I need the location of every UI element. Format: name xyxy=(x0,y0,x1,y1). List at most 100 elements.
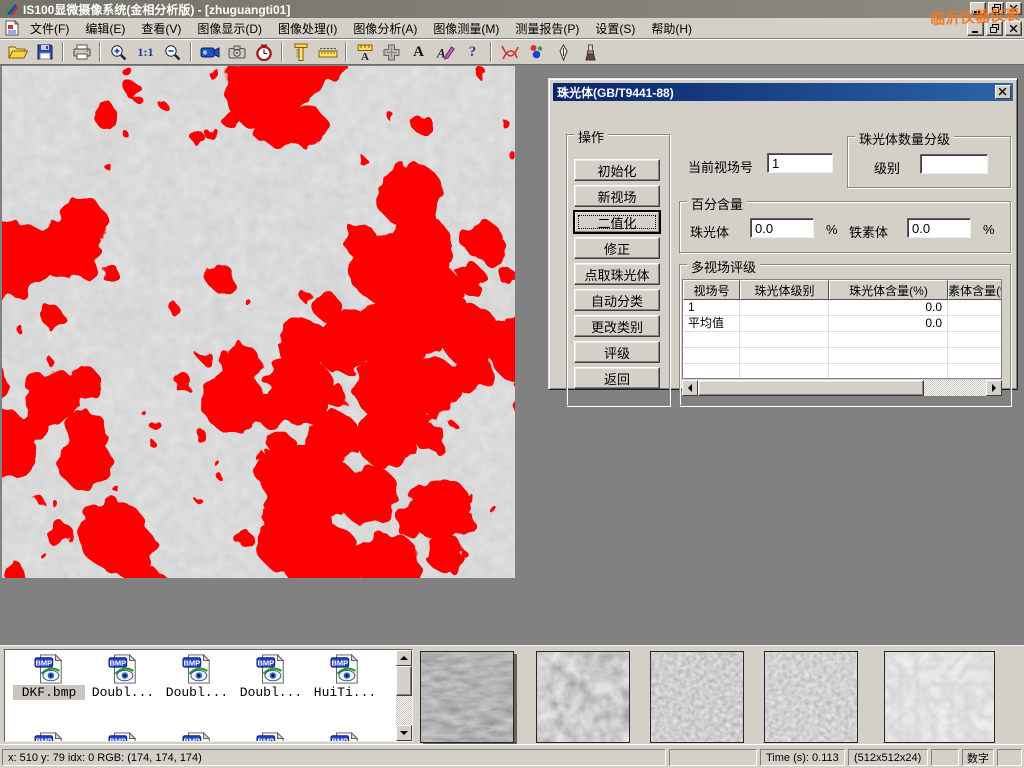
list-item[interactable]: BMP xyxy=(161,732,233,742)
file-label: Doubl... xyxy=(161,685,233,700)
grid-cross-icon[interactable] xyxy=(378,41,405,64)
menu-file[interactable]: 文件(F) xyxy=(22,18,77,39)
thumbnail-2[interactable] xyxy=(536,651,630,743)
cell-ferrite xyxy=(948,316,1002,331)
menu-edit[interactable]: 编辑(E) xyxy=(77,18,133,39)
table-horizontal-scrollbar[interactable] xyxy=(682,380,1002,396)
curve-tool-icon[interactable] xyxy=(496,41,523,64)
level-input[interactable] xyxy=(920,154,988,174)
status-mode: 数字 xyxy=(962,749,994,766)
camera-icon[interactable] xyxy=(223,41,250,64)
dialog-title-bar[interactable]: 珠光体(GB/T9441-88) xyxy=(553,83,1013,101)
new-field-button[interactable]: 新视场 xyxy=(574,185,660,207)
menu-image-processing[interactable]: 图像处理(I) xyxy=(270,18,345,39)
list-item[interactable]: BMP Doubl... xyxy=(87,654,159,700)
pen-tool-icon[interactable] xyxy=(550,41,577,64)
cell-ferrite xyxy=(948,300,1002,315)
ferrite-percent-input[interactable] xyxy=(907,218,971,238)
actual-size-icon[interactable]: 1:1 xyxy=(132,41,159,64)
thumbnail-4[interactable] xyxy=(764,651,858,743)
scroll-up-icon[interactable] xyxy=(396,650,412,666)
dialog-close-icon[interactable] xyxy=(995,85,1011,99)
file-label: HuiTi... xyxy=(309,685,381,700)
svg-text:BMP: BMP xyxy=(184,736,201,742)
menu-bar: 文件(F) 编辑(E) 查看(V) 图像显示(D) 图像处理(I) 图像分析(A… xyxy=(0,18,1024,39)
menu-view[interactable]: 查看(V) xyxy=(133,18,189,39)
menu-image-analysis[interactable]: 图像分析(A) xyxy=(345,18,425,39)
list-item[interactable]: BMP xyxy=(235,732,307,742)
thumbnail-1[interactable] xyxy=(420,651,514,743)
help-icon[interactable]: ? xyxy=(459,41,486,64)
svg-text:A: A xyxy=(361,51,369,61)
timer-icon[interactable] xyxy=(250,41,277,64)
toolbar-separator xyxy=(281,42,283,62)
list-item[interactable]: BMP xyxy=(13,732,85,742)
caliper-vertical-icon[interactable] xyxy=(287,41,314,64)
table-row[interactable]: 1 0.0 xyxy=(683,300,1001,316)
text-annotation-icon[interactable]: A xyxy=(405,41,432,64)
scrollbar-thumb[interactable] xyxy=(396,666,412,696)
metallographic-image[interactable] xyxy=(2,66,515,578)
svg-text:A: A xyxy=(436,46,446,61)
init-button[interactable]: 初始化 xyxy=(574,159,660,181)
return-button[interactable]: 返回 xyxy=(574,367,660,389)
file-list-scrollbar[interactable] xyxy=(396,650,412,741)
correct-button[interactable]: 修正 xyxy=(574,237,660,259)
svg-text:BMP: BMP xyxy=(332,736,349,742)
status-cursor-info: x: 510 y: 79 idx: 0 RGB: (174, 174, 174) xyxy=(2,749,666,766)
video-camera-icon[interactable] xyxy=(196,41,223,64)
menu-image-display[interactable]: 图像显示(D) xyxy=(189,18,270,39)
bmp-file-icon: BMP xyxy=(182,732,212,742)
open-folder-icon[interactable] xyxy=(4,41,31,64)
list-item[interactable]: BMP Doubl... xyxy=(161,654,233,700)
status-empty-2 xyxy=(931,749,959,766)
scroll-left-icon[interactable] xyxy=(682,380,698,396)
rate-button[interactable]: 评级 xyxy=(574,341,660,363)
dialog-title: 珠光体(GB/T9441-88) xyxy=(557,84,674,101)
menu-image-measure[interactable]: 图像测量(M) xyxy=(425,18,507,39)
scrollbar-thumb[interactable] xyxy=(698,380,924,396)
zoom-out-icon[interactable] xyxy=(159,41,186,64)
table-row[interactable]: 平均值 0.0 xyxy=(683,316,1001,332)
workspace: 珠光体(GB/T9441-88) 操作 初始化 新视场 二值化 修正 点取珠光体… xyxy=(0,65,1024,645)
cell-content: 0.0 xyxy=(829,300,948,315)
toolbar-separator xyxy=(490,42,492,62)
list-item[interactable]: BMP xyxy=(309,732,381,742)
percent-group-label: 百分含量 xyxy=(687,194,747,213)
print-icon[interactable] xyxy=(68,41,95,64)
list-item[interactable]: BMP DKF.bmp xyxy=(13,654,85,700)
scroll-down-icon[interactable] xyxy=(396,725,412,741)
pearlite-percent-input[interactable] xyxy=(750,218,814,238)
scroll-right-icon[interactable] xyxy=(986,380,1002,396)
change-class-button[interactable]: 更改类别 xyxy=(574,315,660,337)
menu-measure-report[interactable]: 测量报告(P) xyxy=(507,18,587,39)
pick-pearlite-button[interactable]: 点取珠光体 xyxy=(574,263,660,285)
svg-text:BMP: BMP xyxy=(258,736,275,742)
list-item[interactable]: BMP xyxy=(87,732,159,742)
auto-classify-button[interactable]: 自动分类 xyxy=(574,289,660,311)
color-classify-icon[interactable] xyxy=(523,41,550,64)
file-label: Doubl... xyxy=(87,685,159,700)
list-item[interactable]: BMP Doubl... xyxy=(235,654,307,700)
thumbnail-3[interactable] xyxy=(650,651,744,743)
zoom-in-icon[interactable] xyxy=(105,41,132,64)
save-icon[interactable] xyxy=(31,41,58,64)
menu-help[interactable]: 帮助(H) xyxy=(643,18,700,39)
bmp-file-icon: BMP xyxy=(256,732,286,742)
status-time: Time (s): 0.113 xyxy=(760,749,845,766)
bmp-file-icon: BMP xyxy=(34,732,64,742)
list-item[interactable]: BMP HuiTi... xyxy=(309,654,381,700)
file-list[interactable]: BMP DKF.bmp BMP Doubl... BMP Doubl... BM… xyxy=(4,649,413,742)
thumbnail-5[interactable] xyxy=(884,651,995,743)
text-edit-icon[interactable]: A xyxy=(432,41,459,64)
rating-table[interactable]: 视场号 珠光体级别 珠光体含量(%) 铁素体含量(%) 1 0.0 平均值 0.… xyxy=(682,279,1002,379)
brush-tool-icon[interactable] xyxy=(577,41,604,64)
svg-text:BMP: BMP xyxy=(332,658,349,667)
menu-settings[interactable]: 设置(S) xyxy=(587,18,643,39)
ruler-horizontal-icon[interactable] xyxy=(314,41,341,64)
col-ferrite-content: 铁素体含量(%) xyxy=(948,280,1002,300)
current-field-input[interactable] xyxy=(767,153,833,173)
measure-text-icon[interactable]: A xyxy=(351,41,378,64)
document-icon xyxy=(4,20,20,36)
binarize-button[interactable]: 二值化 xyxy=(574,211,660,233)
